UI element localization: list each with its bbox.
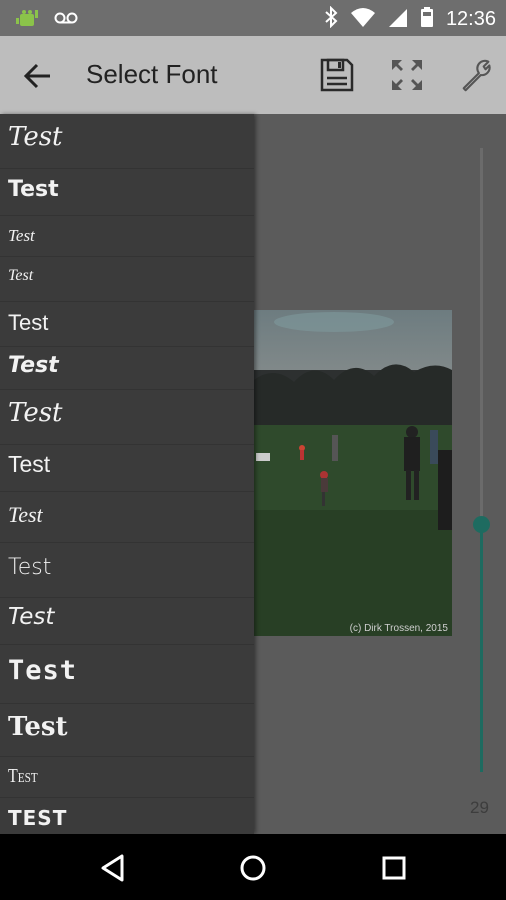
fullscreen-button[interactable] <box>388 56 426 94</box>
font-item-4[interactable]: Test <box>0 257 254 302</box>
font-item-8[interactable]: Test <box>0 445 254 492</box>
signal-icon <box>388 6 408 32</box>
font-item-6[interactable]: Test <box>0 347 254 390</box>
font-item-7[interactable]: Test <box>0 390 254 445</box>
font-item-label: Test <box>8 451 51 477</box>
font-item-3[interactable]: Test <box>0 216 254 257</box>
font-item-label: Test <box>8 398 63 428</box>
size-slider-thumb[interactable] <box>473 516 490 533</box>
preview-photo: (c) Dirk Trossen, 2015 <box>254 310 452 636</box>
arrow-left-icon <box>23 63 50 89</box>
font-item-13[interactable]: Test <box>0 704 254 757</box>
font-item-label: Test <box>8 712 68 742</box>
app-bar: Select Font <box>0 36 506 114</box>
square-recents-icon <box>382 856 406 880</box>
font-item-label: Test <box>8 267 34 284</box>
status-bar: 12:36 <box>0 0 506 36</box>
font-item-label: Test <box>8 122 63 152</box>
font-item-label: Test <box>8 765 38 787</box>
font-item-2[interactable]: Test <box>0 169 254 216</box>
font-item-1[interactable]: Test <box>0 114 254 169</box>
wrench-icon <box>462 59 491 92</box>
photo-credit: (c) Dirk Trossen, 2015 <box>349 623 448 634</box>
save-icon <box>320 58 354 92</box>
font-item-label: Test <box>8 310 49 335</box>
font-item-15[interactable]: TEST <box>0 798 254 834</box>
font-item-11[interactable]: Test <box>0 598 254 645</box>
clock: 12:36 <box>445 7 496 30</box>
size-slider-value: 29 <box>470 798 489 817</box>
fullscreen-icon <box>392 60 422 90</box>
font-item-label: Test <box>8 502 43 527</box>
nav-back-button[interactable] <box>98 852 130 884</box>
font-item-14[interactable]: Test <box>0 757 254 798</box>
android-notification-icon <box>14 6 40 32</box>
save-button[interactable] <box>318 56 356 94</box>
voicemail-icon <box>54 10 78 29</box>
back-button[interactable] <box>20 58 56 94</box>
font-item-label: Test <box>8 177 59 202</box>
bluetooth-icon <box>324 5 338 32</box>
font-item-label: Test <box>8 226 35 245</box>
size-slider-fill <box>480 524 483 772</box>
font-item-5[interactable]: Test <box>0 302 254 347</box>
font-item-9[interactable]: Test <box>0 492 254 543</box>
preview-canvas: (c) Dirk Trossen, 2015 29 <box>254 114 506 834</box>
park-photo-image <box>254 310 452 636</box>
font-item-label: Test <box>8 655 78 686</box>
font-item-label: Test <box>8 604 55 630</box>
font-item-label: Test <box>8 555 52 580</box>
font-item-label: TEST <box>8 806 68 830</box>
page-title: Select Font <box>86 59 218 89</box>
font-item-label: Test <box>8 353 59 378</box>
font-item-12[interactable]: Test <box>0 645 254 704</box>
battery-icon <box>420 6 434 32</box>
font-list[interactable]: Test Test Test Test Test Test Test Test … <box>0 114 254 834</box>
settings-button[interactable] <box>458 56 496 94</box>
wifi-icon <box>350 6 376 32</box>
triangle-back-icon <box>101 854 124 882</box>
circle-home-icon <box>240 855 266 881</box>
nav-recents-button[interactable] <box>378 852 410 884</box>
navigation-bar <box>0 834 506 900</box>
nav-home-button[interactable] <box>237 852 269 884</box>
font-item-10[interactable]: Test <box>0 543 254 598</box>
